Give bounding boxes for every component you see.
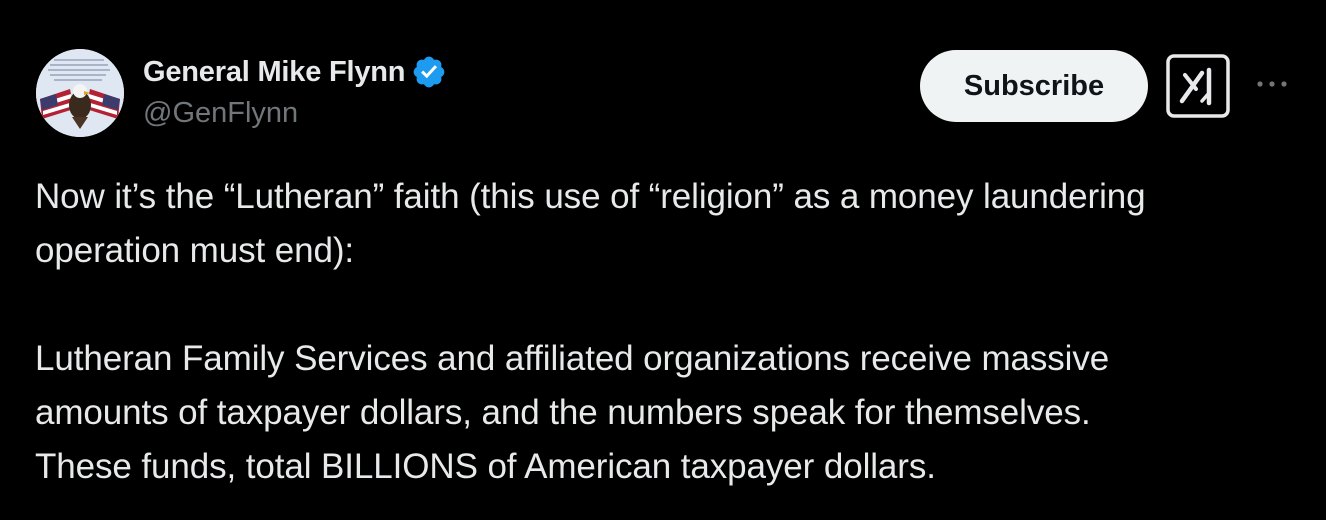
avatar-eagle-flag-image (36, 49, 124, 137)
post: General Mike Flynn @GenFlynn Subscribe N… (0, 0, 1326, 520)
subscribe-button[interactable]: Subscribe (920, 50, 1148, 122)
author-handle[interactable]: @GenFlynn (143, 97, 298, 130)
author-display-name[interactable]: General Mike Flynn (143, 56, 406, 89)
verified-badge-icon[interactable] (411, 54, 447, 90)
post-text-line: Lutheran Family Services and affiliated … (35, 339, 1110, 378)
avatar[interactable] (36, 49, 124, 137)
post-body: Now it’s the “Lutheran” faith (this use … (35, 170, 1305, 494)
post-text-line: operation must end): (35, 231, 355, 270)
author-name-row: General Mike Flynn (143, 55, 447, 89)
post-text-line: amounts of taxpayer dollars, and the num… (35, 393, 1091, 432)
more-options-icon[interactable] (1254, 72, 1290, 96)
grok-icon[interactable] (1165, 53, 1231, 119)
post-text-line: These funds, total BILLIONS of American … (35, 447, 936, 486)
post-text-line: Now it’s the “Lutheran” faith (this use … (35, 177, 1146, 216)
